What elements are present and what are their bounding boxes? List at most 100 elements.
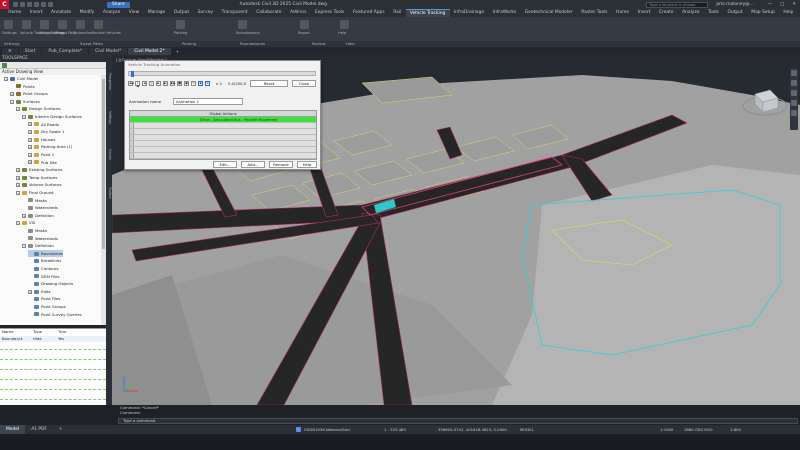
tree-node[interactable]: + Edits (28, 288, 51, 296)
edit-button[interactable]: Edit... (213, 161, 237, 168)
expand-toggle-icon[interactable]: − (16, 221, 20, 226)
animation-button[interactable]: Animation (74, 31, 92, 35)
settings-icon[interactable] (4, 20, 13, 29)
elevation-readout[interactable]: 1880 OSG M10 (684, 425, 713, 434)
tab-add-ins[interactable]: Add-ins (286, 9, 311, 17)
tree-node[interactable]: − Civil Model (4, 75, 38, 83)
expand-toggle-icon[interactable]: + (28, 160, 32, 165)
scale-readout[interactable]: 1 : 333.483 (384, 425, 406, 434)
tab-manage[interactable]: Manage (144, 9, 170, 17)
pan-icon[interactable] (791, 80, 797, 86)
expand-toggle-icon[interactable]: + (16, 183, 20, 188)
tree-node[interactable]: Drawing Objects (28, 280, 73, 288)
tab-tools[interactable]: Tools (704, 9, 723, 17)
column-header-type[interactable]: Type (33, 329, 42, 335)
tree-node[interactable]: Points (10, 83, 35, 91)
tab-home[interactable]: Home (612, 9, 634, 17)
tab-view[interactable]: View (125, 9, 144, 17)
settings-icon[interactable]: ⚙ (205, 81, 210, 86)
parking-button[interactable]: Parking (174, 31, 187, 35)
tree-node[interactable]: + Existing Surfaces (16, 166, 63, 174)
tree-node[interactable]: Contours (28, 265, 59, 273)
minimize-icon[interactable]: — (768, 2, 772, 7)
tab-map-setup[interactable]: Map Setup (747, 9, 779, 17)
settings-button[interactable]: Settings (2, 31, 17, 35)
layout-tab-a1-pdf[interactable]: A1 PDF (25, 425, 53, 434)
tab-collaborate[interactable]: Collaborate (252, 9, 286, 17)
expand-toggle-icon[interactable]: + (16, 167, 20, 172)
expand-toggle-icon[interactable]: + (28, 289, 32, 294)
viewcube[interactable] (740, 76, 790, 126)
user-account[interactable]: pmr.maloney@... (716, 2, 753, 7)
expand-toggle-icon[interactable]: + (28, 122, 32, 127)
review-vehicles-icon[interactable] (94, 20, 103, 29)
tree-node[interactable]: − Interim Design Surfaces (22, 113, 82, 121)
report-button[interactable]: Report (298, 31, 310, 35)
tab-infradrainage[interactable]: InfraDrainage (450, 9, 489, 17)
column-header-name[interactable]: Name (2, 329, 13, 335)
file-tabs-menu-icon[interactable]: ≡ (2, 48, 18, 55)
tab-insert[interactable]: Insert (26, 9, 47, 17)
tab-modify[interactable]: Modify (75, 9, 98, 17)
doc-tab-start[interactable]: Start (18, 48, 42, 55)
expand-toggle-icon[interactable]: + (28, 145, 32, 150)
tab-insert[interactable]: Insert (633, 9, 654, 17)
rewind-icon[interactable]: ◀◀ (128, 81, 134, 86)
new-icon[interactable] (13, 2, 18, 7)
dialog-title[interactable]: Vehicle Tracking Animation (125, 61, 320, 68)
scroll-thumb[interactable] (102, 79, 105, 249)
steering-wheel-icon[interactable] (791, 70, 797, 76)
roundabouts-button[interactable]: Roundabouts (236, 31, 260, 35)
annotation-scale[interactable]: 1:1000 (660, 425, 673, 434)
expand-toggle-icon[interactable]: − (22, 114, 26, 119)
expand-toggle-icon[interactable]: + (22, 213, 26, 218)
tab-geotechnical-modeler[interactable]: Geotechnical Modeler (520, 9, 576, 17)
expand-toggle-icon[interactable]: − (16, 190, 20, 195)
redo-icon[interactable] (41, 2, 46, 7)
undo-icon[interactable] (34, 2, 39, 7)
tab-home[interactable]: Home (4, 9, 26, 17)
camera-icon[interactable]: ◉ (198, 81, 203, 86)
expand-toggle-icon[interactable]: − (10, 99, 14, 104)
tree-node[interactable]: + All Roads (28, 121, 59, 129)
tree-node[interactable]: + Dry Swale 1 (28, 128, 64, 136)
table-row[interactable]: Boundary4 Hide Yes (0, 336, 106, 342)
vehicle-library-icon[interactable] (40, 20, 49, 29)
expand-toggle-icon[interactable]: + (28, 137, 32, 142)
animation-timeline-slider[interactable] (128, 71, 316, 77)
tab-vehicle-tracking[interactable]: Vehicle Tracking (405, 9, 450, 17)
column-header-trim[interactable]: Trim (58, 329, 66, 335)
tab-infraworks[interactable]: InfraWorks (488, 9, 520, 17)
tab-express-tools[interactable]: Express Tools (311, 9, 349, 17)
add-button[interactable]: Add... (241, 161, 265, 168)
tree-node[interactable]: DEM Files (28, 273, 60, 281)
step-forward-icon[interactable]: ▶| (163, 81, 168, 86)
tab-create[interactable]: Create (655, 9, 678, 17)
coord-system-icon[interactable] (296, 427, 301, 432)
expand-toggle-icon[interactable]: + (10, 91, 14, 96)
close-icon[interactable]: ✕ (792, 2, 796, 7)
parking-icon[interactable] (176, 20, 185, 29)
roundabouts-icon[interactable] (238, 20, 247, 29)
tab-help[interactable]: Help (779, 9, 798, 17)
search-input[interactable]: Type a keyword or phrase (646, 1, 709, 8)
tab-annotate[interactable]: Annotate (47, 9, 76, 17)
help-button[interactable]: Help (297, 161, 317, 168)
tab-analyze[interactable]: Analyze (99, 9, 125, 17)
expand-toggle-icon[interactable]: − (22, 243, 26, 248)
expand-toggle-icon[interactable]: + (16, 175, 20, 180)
share-button[interactable]: Share (107, 1, 130, 8)
play-reverse-icon[interactable]: ◀ (142, 81, 147, 86)
tab-analyze[interactable]: Analyze (678, 9, 704, 17)
tree-node[interactable]: Watersheds (22, 235, 58, 243)
swept-path-icon[interactable] (58, 20, 67, 29)
tab-output[interactable]: Output (723, 9, 747, 17)
report-icon[interactable] (300, 20, 309, 29)
expand-toggle-icon[interactable]: + (28, 152, 32, 157)
fast-forward-icon[interactable]: ▶▶ (170, 81, 176, 86)
tree-node[interactable]: + Definition (22, 212, 54, 220)
prospector-icon[interactable] (2, 63, 7, 68)
tab-rail[interactable]: Rail (389, 9, 406, 17)
add-layout-button[interactable]: + (53, 425, 69, 434)
review-vehicles-button[interactable]: Review Vehicles (92, 31, 121, 35)
